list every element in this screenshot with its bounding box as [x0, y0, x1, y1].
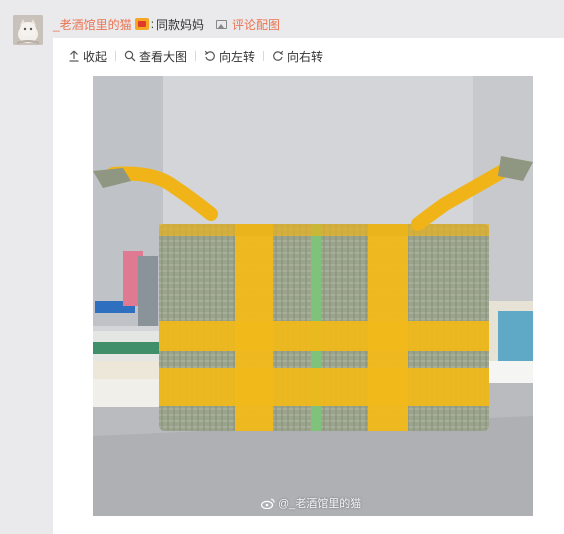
comment-text: 同款妈妈 [156, 17, 205, 32]
comment-picture-link[interactable]: 评论配图 [216, 16, 280, 33]
image-viewer-panel: 收起 查看大图 向左转 向右转 @_老酒馆里的猫 [53, 38, 564, 534]
search-icon [124, 50, 136, 62]
photo-watermark: @_老酒馆里的猫 [261, 495, 361, 511]
rotate-left-label: 向左转 [219, 49, 256, 64]
image-icon [216, 19, 228, 29]
toolbar-divider [115, 51, 117, 61]
package-photo-illustration [93, 76, 533, 516]
toolbar-divider [195, 51, 197, 61]
toolbar-divider [263, 51, 265, 61]
comment-picture-label: 评论配图 [232, 17, 281, 32]
weibo-logo-icon [261, 497, 275, 509]
view-large-button[interactable]: 查看大图 [124, 48, 187, 65]
collapse-button[interactable]: 收起 [68, 48, 107, 65]
rotate-right-icon [273, 50, 284, 61]
rotate-right-button[interactable]: 向右转 [272, 48, 323, 65]
upload-arrow-icon [69, 50, 79, 62]
watermark-text: @_老酒馆里的猫 [278, 498, 362, 510]
view-large-label: 查看大图 [139, 49, 188, 64]
comment-row: _老酒馆里的猫 : 同款妈妈 评论配图 收起 查看大图 向左转 向右转 @_老酒… [0, 0, 564, 534]
rotate-left-icon [204, 50, 215, 61]
image-toolbar: 收起 查看大图 向左转 向右转 [53, 38, 564, 74]
avatar[interactable] [13, 15, 43, 45]
comment-photo[interactable]: @_老酒馆里的猫 [93, 76, 533, 516]
vip-crown-icon [134, 18, 149, 30]
username-link[interactable]: _老酒馆里的猫 [53, 16, 132, 33]
rotate-left-button[interactable]: 向左转 [204, 48, 255, 65]
comment-header: _老酒馆里的猫 : 同款妈妈 评论配图 [53, 15, 564, 33]
cat-avatar-image [13, 15, 43, 45]
collapse-label: 收起 [83, 49, 108, 64]
colon-separator: : [150, 17, 155, 31]
rotate-right-label: 向右转 [287, 49, 324, 64]
